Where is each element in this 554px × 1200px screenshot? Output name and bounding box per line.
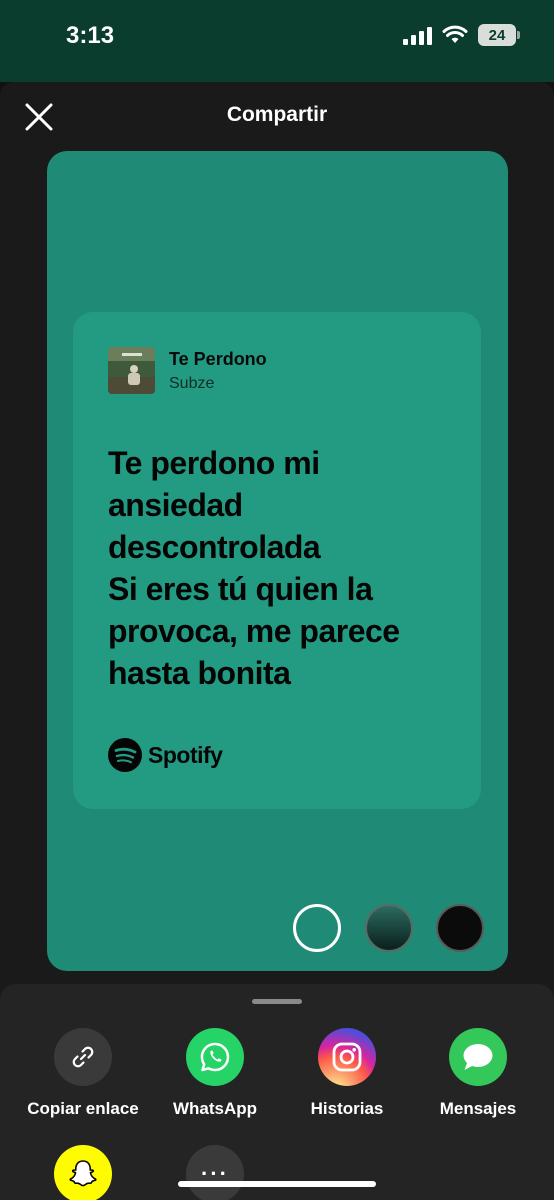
share-sheet: Compartir Te Perdono Subze Te perdono mi…: [0, 82, 554, 1200]
lyrics-preview: Te Perdono Subze Te perdono mi ansiedad …: [47, 151, 508, 971]
color-option-black[interactable]: [436, 904, 484, 952]
song-artist: Subze: [169, 375, 215, 392]
messages-icon: [449, 1028, 507, 1086]
battery-icon: 24: [478, 24, 520, 46]
share-label: Mensajes: [439, 1099, 517, 1118]
color-option-teal[interactable]: [293, 904, 341, 952]
header: Compartir: [0, 82, 554, 150]
messages-button[interactable]: Mensajes: [413, 1028, 543, 1128]
instagram-icon: [318, 1028, 376, 1086]
spotify-logo: Spotify: [108, 738, 223, 772]
instagram-stories-button[interactable]: Historias: [282, 1028, 412, 1128]
page-title: Compartir: [226, 103, 328, 126]
spotify-wordmark: Spotify: [148, 741, 223, 768]
whatsapp-icon: [186, 1028, 244, 1086]
song-title: Te Perdono: [169, 349, 267, 369]
copy-link-button[interactable]: Copiar enlace: [18, 1028, 148, 1128]
wifi-icon: [442, 25, 468, 43]
album-art: [108, 347, 155, 394]
share-label: Copiar enlace: [27, 1099, 139, 1118]
whatsapp-button[interactable]: WhatsApp: [150, 1028, 280, 1128]
home-indicator[interactable]: [178, 1181, 376, 1187]
share-label: WhatsApp: [172, 1099, 258, 1118]
share-panel: Copiar enlace WhatsApp Historias Mensaje…: [0, 984, 554, 1200]
lyrics-card: Te Perdono Subze Te perdono mi ansiedad …: [73, 312, 481, 809]
status-bar: 3:13 24: [0, 0, 554, 82]
cellular-signal-icon: [403, 25, 432, 45]
link-icon: [54, 1028, 112, 1086]
status-time: 3:13: [66, 22, 115, 49]
snapchat-icon: [69, 1160, 97, 1187]
lyrics-text: Te perdono mi ansiedad descontrolada Si …: [108, 445, 400, 691]
snapchat-button[interactable]: [54, 1145, 112, 1200]
share-label: Historias: [310, 1099, 384, 1118]
drag-handle[interactable]: [252, 999, 302, 1004]
color-option-dark-green[interactable]: [365, 904, 413, 952]
spotify-icon: [108, 738, 142, 772]
status-icons: 24: [403, 24, 520, 46]
more-options-button[interactable]: ···: [186, 1145, 244, 1200]
